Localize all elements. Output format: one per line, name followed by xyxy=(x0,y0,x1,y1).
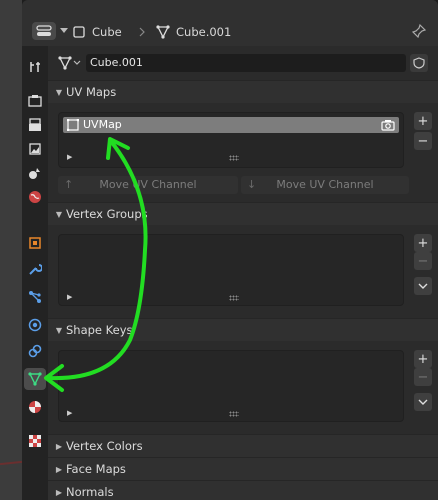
object-data-icon xyxy=(28,372,42,386)
properties-content: Cube.001 ▼ UV Maps UVMap ▶ + − ↑ Move UV… xyxy=(48,46,438,500)
panel-title-vertex-groups: Vertex Groups xyxy=(66,207,148,221)
chevron-right-icon: ▶ xyxy=(55,441,63,451)
chevron-down-icon xyxy=(418,283,428,289)
tab-world[interactable] xyxy=(24,186,46,208)
move-uv-channel-up-button[interactable]: ↑ Move UV Channel xyxy=(58,176,238,194)
tab-material[interactable] xyxy=(24,396,46,418)
breadcrumb-object-label: Cube xyxy=(92,25,122,39)
vertex-groups-list[interactable]: ▶ xyxy=(58,234,404,306)
world-icon xyxy=(29,191,41,203)
material-icon xyxy=(29,401,41,413)
shape-key-specials-button[interactable] xyxy=(414,393,432,411)
panel-header-normals[interactable]: ▶ Normals xyxy=(48,480,438,500)
arrow-down-icon: ↓ xyxy=(247,178,257,191)
add-shape-key-button[interactable]: + xyxy=(414,350,432,368)
cube-icon xyxy=(73,26,85,38)
panel-title-shape-keys: Shape Keys xyxy=(66,323,133,337)
move-down-label: Move UV Channel xyxy=(276,178,374,191)
tab-particles[interactable] xyxy=(24,286,46,308)
panel-title-face-maps: Face Maps xyxy=(66,462,126,476)
panel-header-vertex-groups[interactable]: ▼ Vertex Groups xyxy=(48,202,438,225)
add-vertex-group-button[interactable]: + xyxy=(414,234,432,252)
tab-constraints[interactable] xyxy=(24,340,46,362)
uv-icon xyxy=(67,119,79,131)
panel-header-vertex-colors[interactable]: ▶ Vertex Colors xyxy=(48,434,438,457)
list-item-label: UVMap xyxy=(83,118,122,131)
properties-tabs xyxy=(22,46,48,500)
fake-user-button[interactable] xyxy=(410,54,428,72)
resize-grip-icon[interactable] xyxy=(229,411,239,417)
remove-vertex-group-button[interactable]: − xyxy=(414,252,432,270)
chevron-right-icon: ▶ xyxy=(55,464,63,474)
texture-icon xyxy=(29,435,41,447)
panel-header-shape-keys[interactable]: ▼ Shape Keys xyxy=(48,318,438,341)
properties-editor: Cube Cube.001 Cube.001 ▼ UV Maps UVMap ▶… xyxy=(22,0,438,500)
move-uv-channel-down-button[interactable]: ↓ Move UV Channel xyxy=(241,176,409,194)
mesh-name-row: Cube.001 xyxy=(58,54,428,72)
tab-physics[interactable] xyxy=(24,314,46,336)
panel-title-vertex-colors: Vertex Colors xyxy=(66,439,143,453)
expand-filter-icon[interactable]: ▶ xyxy=(67,153,72,161)
expand-filter-icon[interactable]: ▶ xyxy=(67,293,72,301)
chevron-down-icon: ▼ xyxy=(55,325,63,335)
remove-uv-map-button[interactable]: − xyxy=(414,132,432,150)
tab-modifiers[interactable] xyxy=(24,258,46,280)
chevron-down-icon xyxy=(418,399,428,405)
resize-grip-icon[interactable] xyxy=(229,295,239,301)
panel-title-normals: Normals xyxy=(66,485,114,499)
tab-object[interactable] xyxy=(24,232,46,254)
tab-render[interactable] xyxy=(24,90,46,112)
pin-icon[interactable] xyxy=(412,24,426,38)
breadcrumb-object: Cube xyxy=(72,22,122,42)
vertex-group-specials-button[interactable] xyxy=(414,277,432,295)
list-item-uvmap[interactable]: UVMap xyxy=(63,117,399,133)
viewport-edge xyxy=(0,0,23,500)
chevron-down-icon: ▼ xyxy=(55,87,63,97)
shield-icon xyxy=(413,57,425,69)
editor-header: Cube Cube.001 xyxy=(22,0,438,46)
mesh-name-field[interactable]: Cube.001 xyxy=(86,54,406,72)
panel-title-uv-maps: UV Maps xyxy=(66,85,117,99)
object-icon xyxy=(29,237,41,249)
arrow-up-icon: ↑ xyxy=(64,178,74,191)
breadcrumb-mesh-label: Cube.001 xyxy=(176,25,232,39)
constraints-icon xyxy=(28,344,42,358)
add-uv-map-button[interactable]: + xyxy=(414,112,432,130)
expand-filter-icon[interactable]: ▶ xyxy=(67,409,72,417)
mesh-data-icon[interactable] xyxy=(58,56,82,70)
output-icon xyxy=(29,118,41,131)
move-up-label: Move UV Channel xyxy=(99,178,197,191)
chevron-down-icon: ▼ xyxy=(55,209,63,219)
render-icon xyxy=(28,95,42,107)
panel-header-uv-maps[interactable]: ▼ UV Maps xyxy=(48,80,438,103)
panel-header-face-maps[interactable]: ▶ Face Maps xyxy=(48,457,438,480)
scene-icon xyxy=(29,168,40,179)
mesh-data-icon xyxy=(156,25,170,39)
shape-keys-list[interactable]: ▶ xyxy=(58,350,404,422)
properties-icon xyxy=(36,25,52,36)
tab-view-layer[interactable] xyxy=(24,138,46,160)
camera-icon[interactable] xyxy=(381,119,395,131)
chevron-right-icon: ▶ xyxy=(55,487,63,497)
view-layer-icon xyxy=(29,143,41,155)
tab-scene[interactable] xyxy=(24,162,46,184)
viewport-axis-line xyxy=(0,460,23,466)
tool-icon xyxy=(30,62,40,72)
chevron-right-icon xyxy=(139,27,145,37)
tab-tool[interactable] xyxy=(24,56,46,78)
remove-shape-key-button[interactable]: − xyxy=(414,368,432,386)
modifier-icon xyxy=(29,264,42,275)
uv-maps-list[interactable]: UVMap ▶ xyxy=(58,112,404,168)
breadcrumb-mesh: Cube.001 xyxy=(156,22,231,42)
tab-output[interactable] xyxy=(24,114,46,136)
particles-icon xyxy=(29,291,41,303)
tab-object-data[interactable] xyxy=(24,368,46,390)
editor-type-button[interactable] xyxy=(32,22,68,40)
tab-texture[interactable] xyxy=(24,430,46,452)
resize-grip-icon[interactable] xyxy=(229,155,239,161)
physics-icon xyxy=(28,318,42,332)
